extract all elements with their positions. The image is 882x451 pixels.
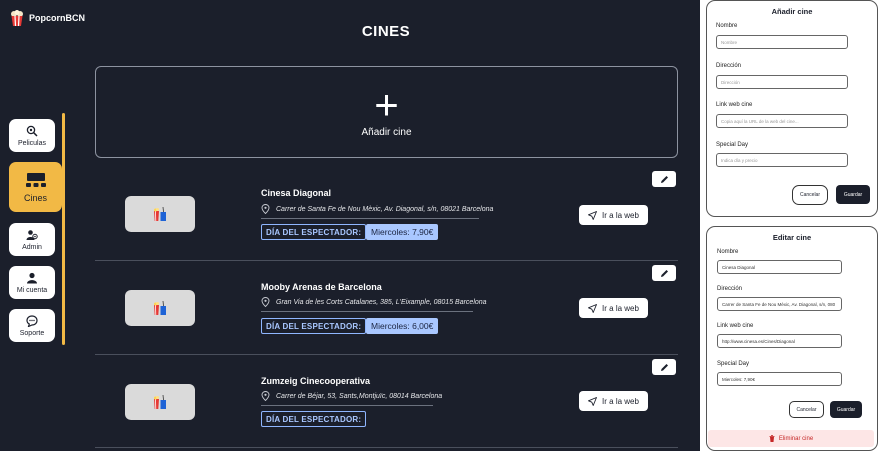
address-input[interactable] [717, 297, 842, 311]
spectator-day-label: DÍA DEL ESPECTADOR: [261, 411, 367, 427]
cinema-thumbnail [125, 384, 195, 420]
popcorn-drink-icon [154, 394, 166, 410]
sidebar-item-label: Admin [22, 243, 42, 251]
cinema-row: Cinesa Diagonal Carrer de Santa Fe de No… [95, 168, 678, 261]
cinema-address-text: Gran Via de les Corts Catalanes, 385, L'… [276, 298, 487, 306]
cinema-seats-icon [25, 172, 46, 187]
add-cinema-label: Añadir cine [361, 126, 412, 138]
admin-users-icon [26, 229, 38, 240]
popcorn-drink-icon [154, 206, 166, 222]
go-to-web-label: Ir a la web [602, 396, 639, 406]
cinema-thumbnail [125, 196, 195, 232]
sidebar-rail [62, 113, 65, 345]
location-pin-icon [261, 391, 270, 401]
popcorn-drink-icon [154, 300, 166, 316]
cancel-button[interactable]: Cancelar [792, 185, 828, 205]
special-day-input[interactable] [716, 153, 848, 167]
save-button[interactable]: Guardar [830, 401, 862, 418]
address-divider [261, 311, 473, 312]
support-chat-icon [26, 314, 38, 327]
sidebar-item-label: Soporte [19, 329, 45, 337]
sidebar-item-label: Peliculas [17, 139, 46, 147]
panel-title: Añadir cine [771, 7, 813, 16]
special-day-input[interactable] [717, 372, 842, 386]
sidebar-item-label: Mi cuenta [16, 286, 48, 294]
sidebar-item-label: Cines [23, 192, 47, 203]
name-label: Nombre [716, 23, 738, 29]
link-input[interactable] [716, 114, 848, 128]
special-day-label: Special Day [716, 142, 749, 148]
sidebar-item-peliculas[interactable]: Peliculas [9, 119, 55, 152]
user-icon [27, 272, 37, 283]
link-label: Link web cine [717, 323, 754, 329]
trash-icon [769, 435, 775, 442]
cinema-address: Carrer de Santa Fe de Nou Mèxic, Av. Dia… [261, 204, 493, 214]
cinema-address: Carrer de Béjar, 53, Sants,Montjuïc, 080… [261, 391, 442, 401]
address-divider [261, 405, 433, 406]
go-to-web-button[interactable]: Ir a la web [579, 391, 648, 411]
cinema-thumbnail [125, 290, 195, 326]
brand-name: PopcornBCN [29, 13, 85, 23]
send-arrow-icon [588, 396, 597, 406]
page-title: CINES [361, 23, 411, 40]
cancel-button[interactable]: Cancelar [789, 401, 824, 418]
name-input[interactable] [716, 35, 848, 49]
cinema-name: Zumzeig Cinecooperativa [261, 376, 371, 386]
name-label: Nombre [717, 249, 739, 255]
name-input[interactable] [717, 260, 842, 274]
plus-icon: + [374, 80, 399, 128]
cinema-address: Gran Via de les Corts Catalanes, 385, L'… [261, 297, 487, 307]
cinema-address-text: Carrer de Santa Fe de Nou Mèxic, Av. Dia… [276, 205, 494, 213]
delete-cinema-label: Eliminar cine [778, 435, 814, 442]
cinema-row: Mooby Arenas de Barcelona Gran Via de le… [95, 262, 678, 355]
sidebar-item-mi-cuenta[interactable]: Mi cuenta [9, 266, 55, 299]
edit-cinema-button[interactable] [652, 265, 676, 281]
cinema-name: Mooby Arenas de Barcelona [261, 282, 382, 292]
address-input[interactable] [716, 75, 848, 89]
send-arrow-icon [588, 303, 597, 313]
special-day-label: Special Day [717, 361, 750, 367]
cinema-address-text: Carrer de Béjar, 53, Sants,Montjuïc, 080… [276, 392, 443, 400]
address-label: Dirección [717, 286, 743, 292]
save-button[interactable]: Guardar [836, 185, 870, 204]
edit-cinema-panel: Editar cine Nombre Dirección Link web ci… [706, 226, 878, 451]
send-arrow-icon [588, 210, 597, 220]
location-pin-icon [261, 204, 270, 214]
sidebar-item-cines[interactable]: Cines [9, 162, 62, 212]
sidebar-item-admin[interactable]: Admin [9, 223, 55, 256]
go-to-web-label: Ir a la web [602, 210, 639, 220]
sidebar-item-soporte[interactable]: Soporte [9, 309, 55, 342]
pencil-icon [660, 175, 668, 183]
main-app: PopcornBCN CINES Peliculas Cines Admin M… [0, 0, 700, 451]
pencil-icon [660, 269, 668, 277]
address-divider [261, 218, 479, 219]
spectator-price: Miercoles: 7,90€ [366, 224, 439, 240]
cinema-name: Cinesa Diagonal [261, 188, 332, 198]
go-to-web-button[interactable]: Ir a la web [579, 298, 648, 318]
spectator-price: Miercoles: 6,00€ [366, 318, 439, 334]
spectator-day-label: DÍA DEL ESPECTADOR: [261, 318, 367, 334]
film-search-icon [26, 125, 38, 137]
panel-title: Editar cine [772, 233, 812, 242]
brand-logo[interactable]: PopcornBCN [10, 10, 85, 26]
location-pin-icon [261, 297, 270, 307]
pencil-icon [660, 363, 668, 371]
spectator-day-label: DÍA DEL ESPECTADOR: [261, 224, 367, 240]
go-to-web-label: Ir a la web [602, 303, 639, 313]
address-label: Dirección [716, 63, 742, 69]
delete-cinema-button[interactable]: Eliminar cine [708, 430, 874, 447]
popcorn-icon [11, 10, 23, 26]
link-label: Link web cine [716, 102, 753, 108]
link-input[interactable] [717, 334, 842, 348]
add-cinema-panel: Añadir cine Nombre Dirección Link web ci… [706, 0, 878, 217]
cinema-row: Zumzeig Cinecooperativa Carrer de Béjar,… [95, 355, 678, 448]
add-cinema-button[interactable]: + Añadir cine [95, 66, 678, 158]
edit-cinema-button[interactable] [652, 359, 676, 375]
edit-cinema-button[interactable] [652, 171, 676, 187]
go-to-web-button[interactable]: Ir a la web [579, 205, 648, 225]
